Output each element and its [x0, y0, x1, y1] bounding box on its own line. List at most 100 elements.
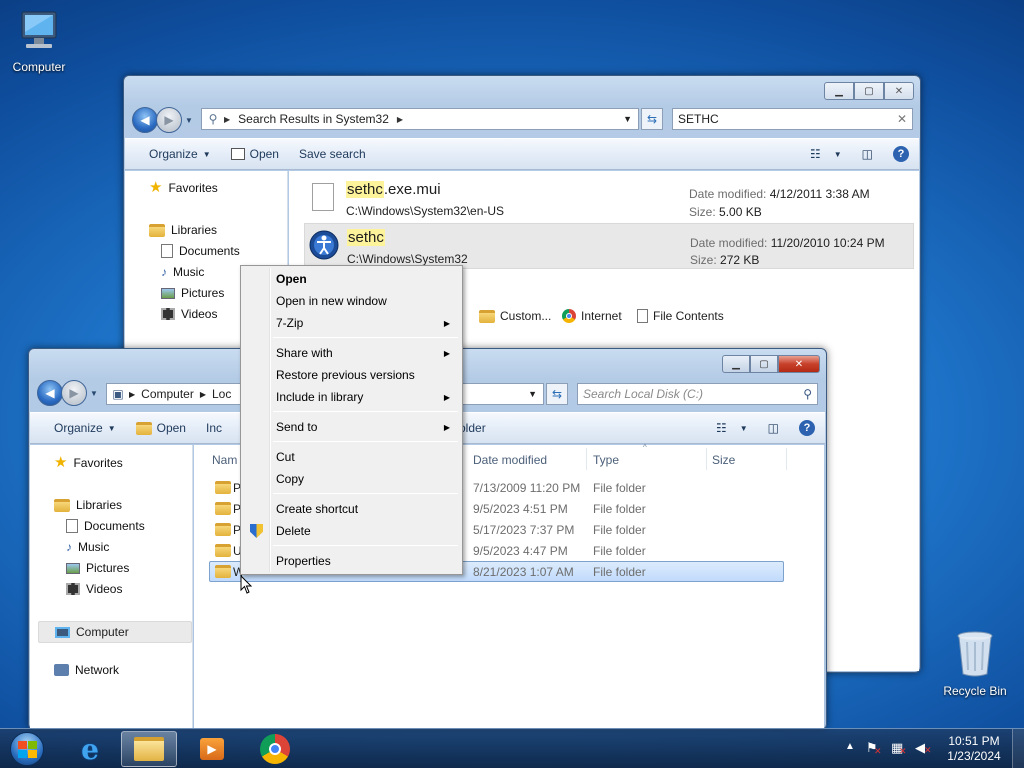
taskbar-explorer-button[interactable] [121, 731, 177, 767]
nav-favorites[interactable]: ★ Favorites [54, 455, 123, 470]
nav-videos[interactable]: Videos [66, 582, 122, 596]
tray-action-center-icon[interactable]: ⚑ ✕ [866, 740, 882, 756]
nav-music[interactable]: ♪ Music [66, 540, 109, 554]
nav-videos[interactable]: Videos [161, 307, 217, 321]
result-item-selected[interactable]: sethc C:\Windows\System32 Date modified:… [304, 223, 914, 269]
menu-properties[interactable]: Properties [243, 550, 460, 572]
minimize-button[interactable]: ▁ [824, 82, 854, 100]
search-again-internet[interactable]: Internet [562, 309, 622, 323]
column-type[interactable]: Type [593, 453, 619, 467]
column-name[interactable]: Nam [212, 453, 237, 467]
forward-button[interactable]: ▶ [156, 107, 182, 133]
column-date-modified[interactable]: Date modified [473, 453, 547, 467]
media-player-icon: ▶ [200, 738, 224, 760]
maximize-button[interactable]: ▢ [854, 82, 884, 100]
organize-button[interactable]: Organize ▼ [125, 139, 221, 169]
recent-pages-icon[interactable]: ▼ [185, 116, 193, 125]
menu-open-new-window[interactable]: Open in new window [243, 290, 460, 312]
forward-button[interactable]: ▶ [61, 380, 87, 406]
open-button[interactable]: Open [126, 413, 196, 443]
menu-restore-previous[interactable]: Restore previous versions [243, 364, 460, 386]
custom-folder-icon [479, 309, 495, 323]
nav-documents[interactable]: Documents [161, 244, 240, 258]
nav-libraries[interactable]: Libraries [54, 498, 122, 512]
column-size[interactable]: Size [712, 453, 735, 467]
search-again-custom[interactable]: Custom... [479, 309, 551, 323]
help-icon[interactable]: ? [883, 139, 919, 169]
desktop-computer-icon[interactable]: Computer [1, 10, 77, 74]
taskbar-chrome-button[interactable] [247, 731, 303, 767]
nav-documents[interactable]: Documents [66, 519, 145, 533]
maximize-button[interactable]: ▢ [750, 355, 778, 373]
menu-share-with[interactable]: Share with ▶ [243, 342, 460, 364]
nav-music[interactable]: ♪ Music [161, 265, 204, 279]
chrome-icon [260, 734, 290, 764]
tray-show-hidden-icon[interactable]: ▲ [845, 741, 855, 752]
clock-time: 10:51 PM [948, 734, 1000, 748]
menu-send-to[interactable]: Send to ▶ [243, 416, 460, 438]
tray-network-icon[interactable]: ▦ ✕ [891, 740, 907, 756]
menu-open[interactable]: Open [243, 268, 460, 290]
address-bar[interactable]: ⚲ ▶ Search Results in System32 ▶ ▼ [201, 108, 639, 130]
breadcrumb-local-disk[interactable]: Loc [212, 387, 231, 401]
open-folder-icon [135, 421, 152, 435]
views-button[interactable]: ☷ ▼ [800, 139, 852, 169]
windows-logo-icon [10, 732, 44, 766]
menu-create-shortcut[interactable]: Create shortcut [243, 498, 460, 520]
views-button[interactable]: ☷ ▼ [706, 413, 758, 443]
videos-icon [161, 308, 175, 320]
nav-favorites[interactable]: ★ Favorites [149, 179, 218, 196]
refresh-button[interactable]: ⇆ [641, 108, 663, 130]
uac-shield-icon [250, 524, 263, 538]
include-in-library-button[interactable]: Inc [196, 413, 232, 443]
result-item[interactable]: sethc.exe.mui C:\Windows\System32\en-US … [304, 175, 914, 219]
menu-7zip[interactable]: 7-Zip ▶ [243, 312, 460, 334]
open-icon [230, 148, 245, 160]
close-button[interactable]: ✕ [778, 355, 820, 373]
computer-nav-icon [55, 626, 70, 638]
sort-arrow-icon: ^ [643, 443, 647, 452]
music-icon: ♪ [66, 540, 72, 554]
recent-pages-icon[interactable]: ▼ [90, 389, 98, 398]
libraries-icon [54, 498, 70, 512]
nav-network[interactable]: Network [54, 663, 119, 677]
search-input[interactable]: SETHC ✕ [672, 108, 913, 130]
menu-cut[interactable]: Cut [243, 446, 460, 468]
documents-icon [66, 519, 78, 533]
back-button[interactable]: ◀ [37, 380, 63, 406]
tray-clock[interactable]: 10:51 PM 1/23/2024 [940, 734, 1008, 764]
nav-computer-selected[interactable]: Computer [38, 621, 192, 643]
menu-include-in-library[interactable]: Include in library ▶ [243, 386, 460, 408]
back-button[interactable]: ◀ [132, 107, 158, 133]
show-desktop-button[interactable] [1012, 729, 1024, 768]
taskbar-media-player-button[interactable]: ▶ [184, 731, 240, 767]
start-button[interactable] [2, 731, 52, 767]
menu-copy[interactable]: Copy [243, 468, 460, 490]
help-icon[interactable]: ? [789, 413, 825, 443]
minimize-button[interactable]: ▁ [722, 355, 750, 373]
menu-delete[interactable]: Delete [243, 520, 460, 542]
close-button[interactable]: ✕ [884, 82, 914, 100]
tray-volume-icon[interactable]: ◀ ✕ [915, 740, 932, 756]
folder-icon [215, 565, 231, 578]
breadcrumb-computer[interactable]: Computer [141, 387, 194, 401]
nav-libraries[interactable]: Libraries [149, 223, 217, 237]
search-icon[interactable]: ⚲ [803, 387, 812, 401]
open-button[interactable]: Open [221, 139, 289, 169]
nav-pictures[interactable]: Pictures [161, 286, 224, 300]
save-search-button[interactable]: Save search [289, 139, 376, 169]
mouse-cursor-icon [240, 575, 253, 594]
clear-search-icon[interactable]: ✕ [897, 112, 907, 126]
desktop-recycle-bin[interactable]: Recycle Bin [937, 630, 1013, 698]
nav-pictures[interactable]: Pictures [66, 561, 129, 575]
refresh-button[interactable]: ⇆ [546, 383, 568, 405]
breadcrumb-search-results[interactable]: Search Results in System32 [238, 112, 389, 126]
star-icon: ★ [149, 179, 163, 196]
search-again-file-contents[interactable]: File Contents [637, 309, 724, 323]
preview-pane-icon[interactable]: ◫ [852, 139, 883, 169]
preview-pane-icon[interactable]: ◫ [758, 413, 789, 443]
taskbar-ie-button[interactable]: e [62, 731, 118, 767]
organize-button[interactable]: Organize ▼ [30, 413, 126, 443]
search-input[interactable]: Search Local Disk (C:) ⚲ [577, 383, 818, 405]
pictures-icon [161, 287, 175, 299]
